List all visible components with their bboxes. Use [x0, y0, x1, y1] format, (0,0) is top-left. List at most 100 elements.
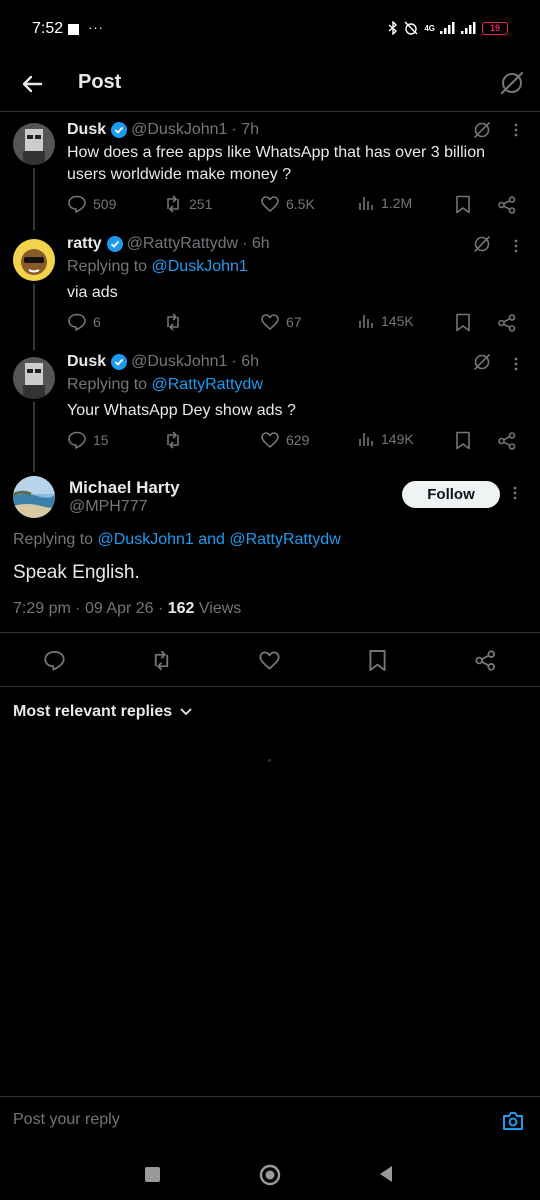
- chevron-down-icon: [180, 708, 192, 716]
- share-icon[interactable]: [474, 649, 497, 672]
- repost-button[interactable]: [163, 312, 189, 332]
- recents-button[interactable]: [145, 1167, 160, 1182]
- post-actions: 15 629 149K: [67, 430, 527, 452]
- repost-count: 251: [189, 196, 213, 212]
- views-button[interactable]: 149K: [357, 430, 414, 448]
- home-circle-icon[interactable]: [259, 1164, 281, 1186]
- reply-button[interactable]: 509: [67, 194, 116, 214]
- heart-icon: [261, 314, 279, 330]
- share-icon[interactable]: [497, 431, 517, 451]
- bluetooth-icon: [388, 21, 398, 35]
- replying-to: Replying to @DuskJohn1 and @RattyRattydw: [13, 531, 341, 549]
- post-text: via ads: [67, 284, 118, 301]
- replies-sort-dropdown[interactable]: Most relevant replies: [13, 703, 192, 721]
- more-notifications-icon: ···: [88, 20, 104, 35]
- grok-icon[interactable]: [472, 352, 492, 372]
- replying-to-link[interactable]: @DuskJohn1: [152, 258, 248, 275]
- system-nav-bar: [0, 1150, 540, 1200]
- reply-composer: [0, 1096, 540, 1142]
- avatar-dusk-image: [13, 123, 55, 165]
- replying-prefix: Replying to: [67, 258, 152, 275]
- heart-icon[interactable]: [258, 649, 281, 672]
- status-time: 7:52: [32, 20, 64, 37]
- share-icon[interactable]: [497, 195, 517, 215]
- display-name[interactable]: Michael Harty: [69, 478, 180, 498]
- grok-button[interactable]: [498, 69, 526, 97]
- reply-icon[interactable]: [43, 649, 66, 672]
- thread-post[interactable]: Dusk @DuskJohn1 · 6h Replying to @RattyR…: [0, 348, 540, 466]
- avatar-beach-image: [13, 476, 55, 518]
- post-text: How does a free apps like WhatsApp that …: [67, 144, 486, 183]
- verified-badge-icon: [111, 122, 128, 138]
- views-button[interactable]: 145K: [357, 312, 414, 330]
- post-datetime: 7:29 pm · 09 Apr 26 ·: [13, 600, 168, 617]
- handle[interactable]: @DuskJohn1: [131, 353, 227, 371]
- analytics-icon: [359, 197, 373, 210]
- reply-icon: [68, 313, 86, 331]
- divider: [0, 632, 540, 633]
- display-name[interactable]: Dusk: [67, 121, 106, 139]
- display-name[interactable]: Dusk: [67, 353, 106, 371]
- views-button[interactable]: 1.2M: [357, 194, 412, 212]
- repost-button[interactable]: [163, 430, 189, 450]
- bookmark-icon[interactable]: [368, 649, 387, 672]
- more-options-icon[interactable]: [514, 239, 518, 253]
- timestamp: · 7h: [231, 121, 259, 138]
- more-options-icon[interactable]: [513, 486, 517, 500]
- replying-to-link[interactable]: @DuskJohn1 and @RattyRattydw: [98, 531, 341, 548]
- views-count: 162: [167, 600, 195, 617]
- analytics-icon: [359, 315, 373, 328]
- grok-icon[interactable]: [472, 234, 492, 254]
- handle[interactable]: @MPH777: [69, 498, 148, 516]
- replying-to-link[interactable]: @RattyRattydw: [152, 376, 263, 393]
- avatar[interactable]: [13, 239, 55, 281]
- replying-to: Replying to @DuskJohn1: [67, 258, 248, 276]
- more-options-icon[interactable]: [514, 357, 518, 371]
- reply-count: 509: [93, 196, 117, 212]
- view-count: 1.2M: [381, 195, 413, 211]
- back-button[interactable]: [16, 68, 48, 100]
- signal-icon-2: [461, 22, 476, 34]
- avatar[interactable]: [13, 357, 55, 399]
- camera-icon: [503, 1112, 523, 1130]
- post-actions: 6 67 145K: [67, 312, 527, 334]
- reply-button[interactable]: 6: [67, 312, 101, 332]
- share-icon[interactable]: [497, 313, 517, 333]
- verified-badge-icon: [106, 236, 123, 252]
- more-options-icon[interactable]: [514, 123, 518, 137]
- thread-post[interactable]: Dusk @DuskJohn1 · 7h How does a free app…: [0, 112, 540, 230]
- avatar[interactable]: [13, 476, 55, 518]
- display-name[interactable]: ratty: [67, 235, 102, 253]
- handle[interactable]: @DuskJohn1: [131, 121, 227, 139]
- repost-button[interactable]: 251: [163, 194, 212, 214]
- like-button[interactable]: 6.5K: [260, 194, 315, 214]
- thread-post[interactable]: ratty @RattyRattydw · 6h Replying to @Du…: [0, 230, 540, 348]
- post-text: Speak English.: [13, 562, 140, 583]
- grok-icon[interactable]: [472, 120, 492, 140]
- follow-button[interactable]: Follow: [402, 481, 500, 508]
- reply-count: 15: [93, 432, 109, 448]
- replies-sort-label: Most relevant replies: [13, 703, 173, 720]
- bookmark-icon[interactable]: [455, 313, 471, 332]
- handle[interactable]: @RattyRattydw: [127, 235, 238, 253]
- like-button[interactable]: 629: [260, 430, 309, 450]
- like-button[interactable]: 67: [260, 312, 302, 332]
- reply-count: 6: [93, 314, 101, 330]
- view-count: 149K: [381, 431, 414, 447]
- signal-icon: [440, 22, 455, 34]
- repost-icon[interactable]: [150, 649, 173, 672]
- replying-prefix: Replying to: [13, 531, 98, 548]
- alarm-off-icon: [404, 21, 418, 35]
- bookmark-icon[interactable]: [455, 431, 471, 450]
- status-icons: 4G 19: [388, 21, 508, 35]
- post-text: Your WhatsApp Dey show ads ?: [67, 402, 296, 419]
- reply-input[interactable]: [13, 1111, 473, 1129]
- avatar-ratty-image: [13, 239, 55, 281]
- camera-button[interactable]: [502, 1111, 524, 1131]
- heart-icon: [261, 196, 279, 212]
- avatar[interactable]: [13, 123, 55, 165]
- reply-button[interactable]: 15: [67, 430, 109, 450]
- views-label: Views: [194, 600, 242, 617]
- back-triangle-icon[interactable]: [378, 1165, 394, 1183]
- bookmark-icon[interactable]: [455, 195, 471, 214]
